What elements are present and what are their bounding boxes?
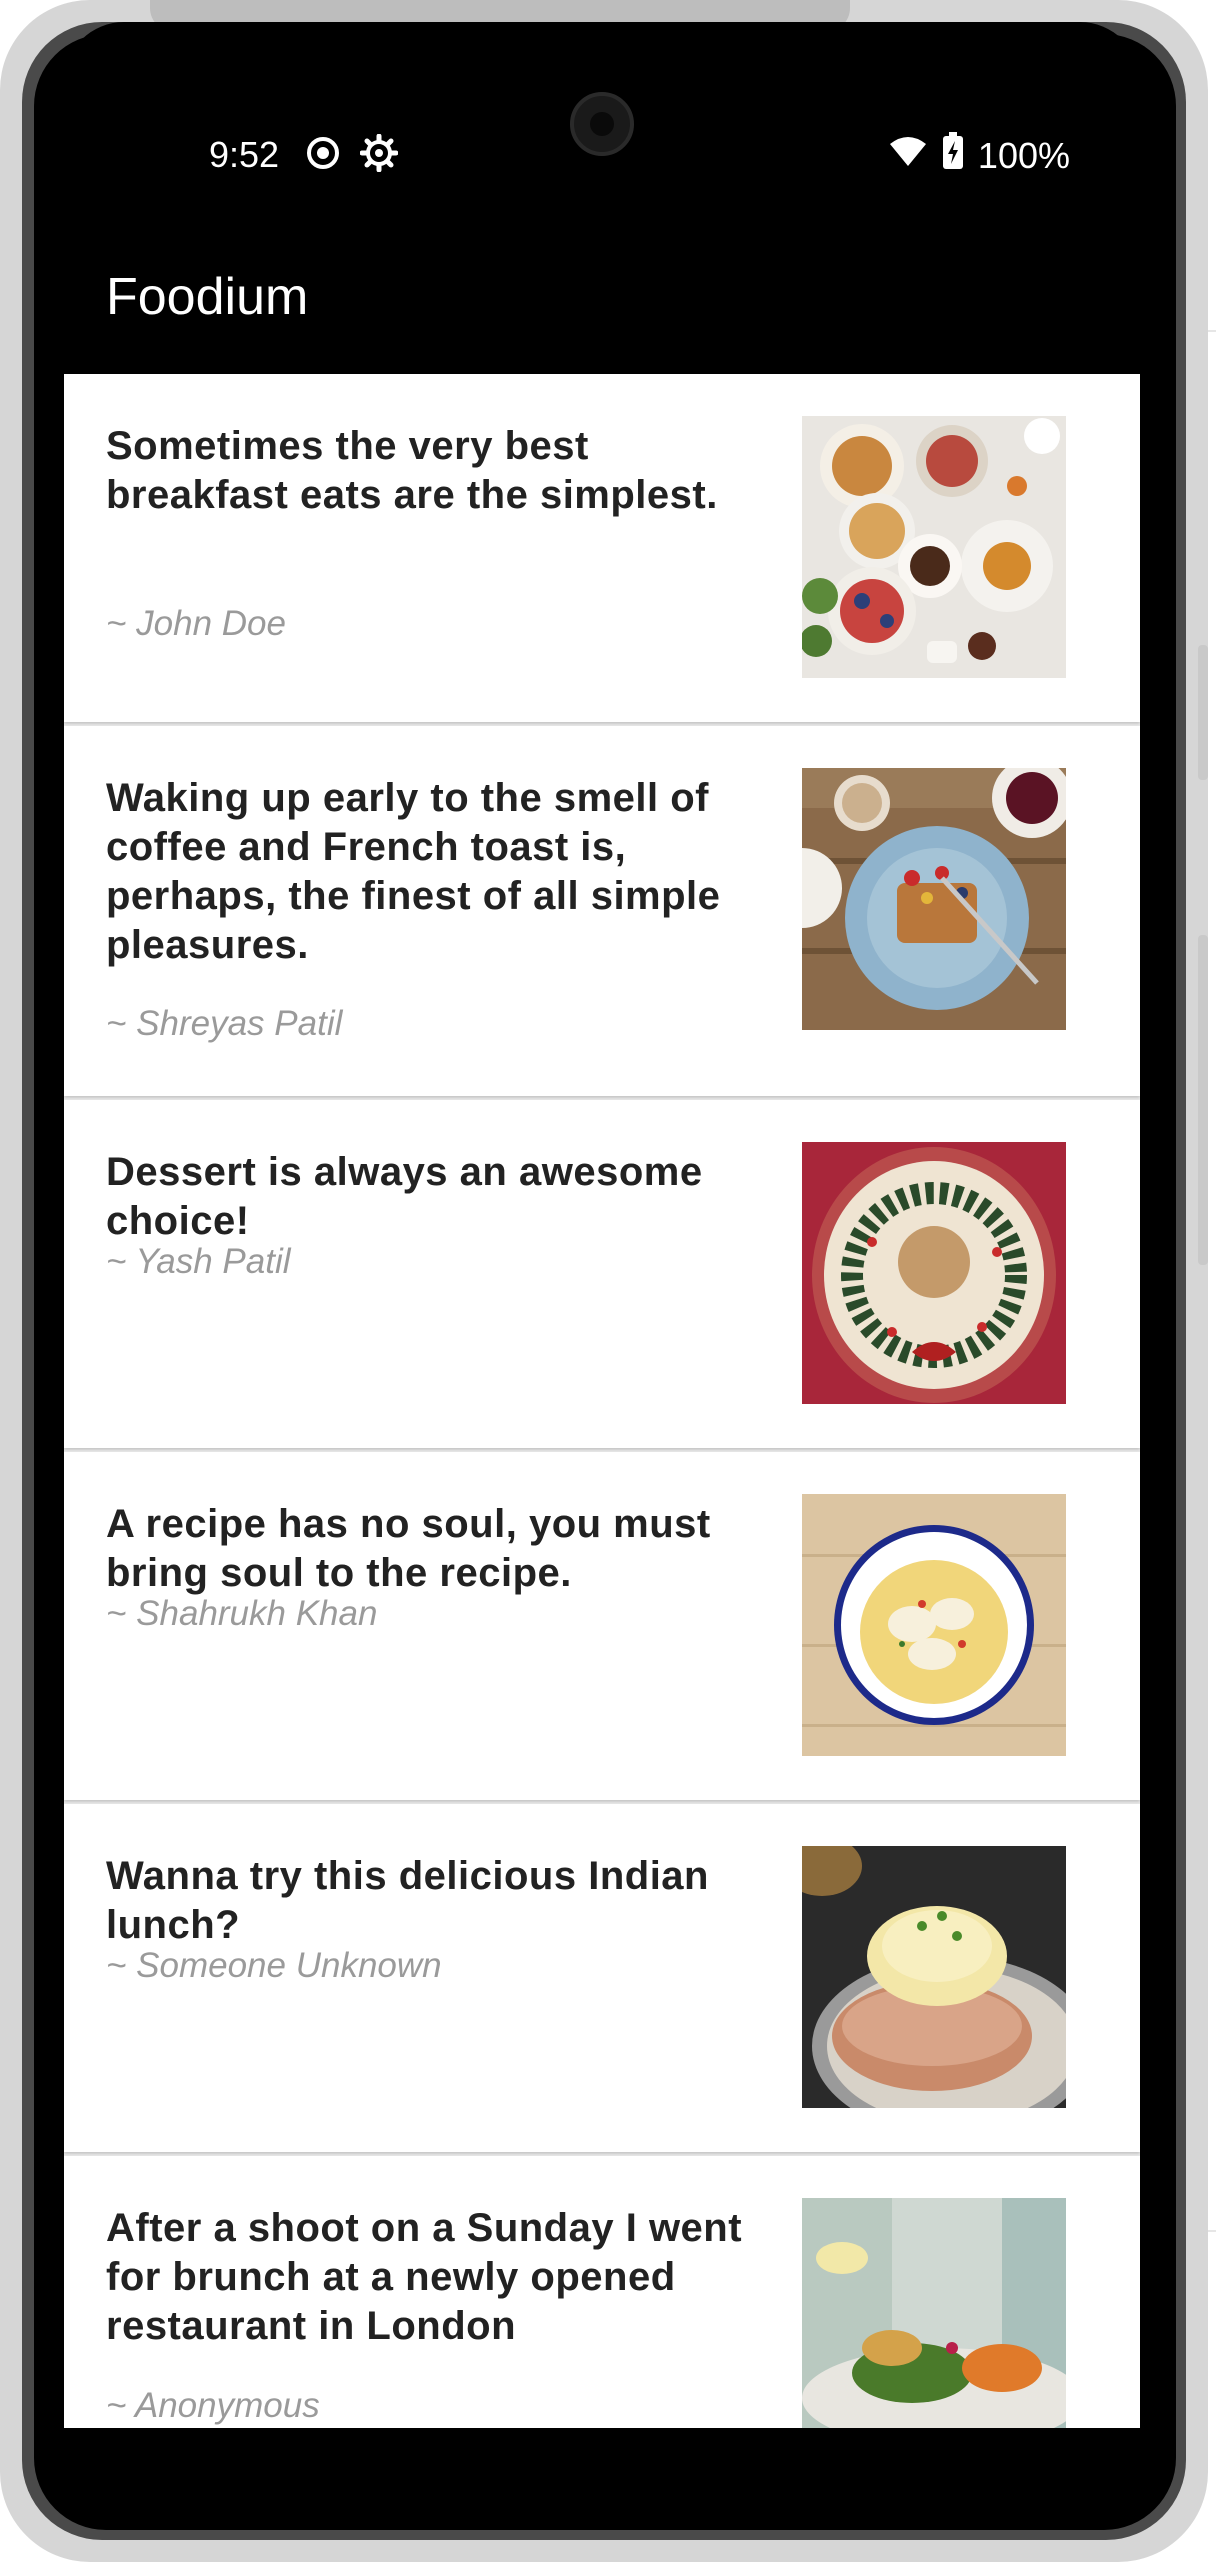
indian-lunch-image	[802, 1846, 1066, 2108]
settings-gear-icon	[359, 133, 399, 173]
app-screen: 9:52 100% Foodium Sometimes the very bes…	[64, 22, 1140, 2448]
phone-frame: 9:52 100% Foodium Sometimes the very bes…	[0, 0, 1208, 2562]
french-toast-image	[802, 768, 1066, 1030]
post-author: ~ John Doe	[106, 604, 286, 643]
battery-percent: 100%	[977, 134, 1070, 176]
post-card[interactable]: After a shoot on a Sunday I went for bru…	[64, 2156, 1140, 2428]
post-title: Sometimes the very best breakfast eats a…	[106, 424, 718, 517]
post-author: ~ Someone Unknown	[106, 1946, 442, 1985]
wifi-icon	[888, 134, 928, 177]
post-card[interactable]: A recipe has no soul, you must bring sou…	[64, 1452, 1140, 1800]
app-title: Foodium	[106, 268, 309, 326]
post-title: Wanna try this delicious Indian lunch?	[106, 1854, 709, 1947]
breakfast-spread-image	[802, 416, 1066, 678]
post-title: After a shoot on a Sunday I went for bru…	[106, 2206, 743, 2348]
post-title: Waking up early to the smell of coffee a…	[106, 776, 721, 967]
brunch-image	[802, 2198, 1066, 2428]
post-author: ~ Shahrukh Khan	[106, 1594, 378, 1633]
post-title: A recipe has no soul, you must bring sou…	[106, 1502, 711, 1595]
post-list[interactable]: Sometimes the very best breakfast eats a…	[64, 374, 1140, 2428]
post-author: ~ Shreyas Patil	[106, 1004, 343, 1043]
front-camera	[570, 92, 634, 156]
record-icon	[304, 134, 342, 172]
dessert-image	[802, 1142, 1066, 1404]
soup-bowl-image	[802, 1494, 1066, 1756]
status-time: 9:52	[209, 134, 280, 175]
battery-charging-icon	[942, 132, 964, 179]
post-card[interactable]: Waking up early to the smell of coffee a…	[64, 726, 1140, 1096]
post-card[interactable]: Dessert is always an awesome choice! ~ Y…	[64, 1100, 1140, 1448]
volume-button[interactable]	[1198, 645, 1208, 780]
status-right-group: 100%	[888, 132, 1070, 179]
status-bar: 9:52 100% Foodium	[64, 22, 1140, 326]
post-title: Dessert is always an awesome choice!	[106, 1150, 703, 1243]
power-button[interactable]	[1198, 935, 1208, 1265]
system-nav-bar	[64, 2428, 1140, 2448]
post-author: ~ Anonymous	[106, 2386, 320, 2425]
post-card[interactable]: Sometimes the very best breakfast eats a…	[64, 374, 1140, 722]
post-author: ~ Yash Patil	[106, 1242, 291, 1281]
post-card[interactable]: Wanna try this delicious Indian lunch? ~…	[64, 1804, 1140, 2152]
